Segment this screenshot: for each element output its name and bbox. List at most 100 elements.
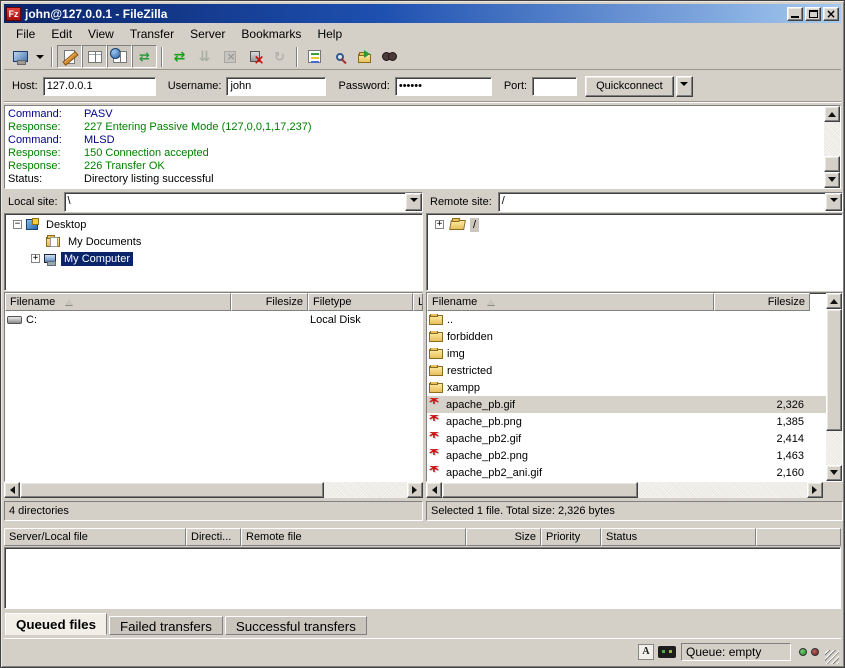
menu-help[interactable]: Help xyxy=(309,25,350,43)
tab-failed-transfers[interactable]: Failed transfers xyxy=(109,616,223,635)
menu-server[interactable]: Server xyxy=(182,25,233,43)
remote-file-row-apache-pb2-png[interactable]: apache_pb2.png1,463 xyxy=(427,447,826,464)
column-header-filetype[interactable]: Filetype xyxy=(308,293,413,311)
remote-file-row-forbidden[interactable]: forbidden xyxy=(427,328,826,345)
sync-browse-button[interactable] xyxy=(352,45,377,68)
scroll-thumb[interactable] xyxy=(20,482,324,498)
compare-button[interactable] xyxy=(377,45,402,68)
scroll-up-icon[interactable] xyxy=(824,106,840,122)
scroll-thumb[interactable] xyxy=(826,309,842,431)
column-header-filename[interactable]: Filename xyxy=(5,293,231,311)
queue-column-directi[interactable]: Directi... xyxy=(186,528,241,546)
port-input[interactable] xyxy=(532,77,577,96)
remote-file-row-apache-pb-png[interactable]: apache_pb.png1,385 xyxy=(427,413,826,430)
filename-cell: .. xyxy=(429,314,716,326)
maximize-icon xyxy=(809,10,818,18)
local-list-header: FilenameFilesizeFiletypeL xyxy=(5,293,422,311)
menu-file[interactable]: File xyxy=(8,25,43,43)
local-tree-item-my-computer[interactable]: +My Computer xyxy=(5,250,422,267)
quickconnect-dropdown-button[interactable] xyxy=(676,76,693,97)
local-tree-item-desktop[interactable]: −Desktop xyxy=(5,216,422,233)
local-site-dropdown-button[interactable] xyxy=(405,193,422,211)
queue-column-server-local-file[interactable]: Server/Local file xyxy=(4,528,186,546)
scroll-down-icon[interactable] xyxy=(824,172,840,188)
remote-tree-icon xyxy=(113,51,127,63)
queue-status-panel: Queue: empty xyxy=(681,643,791,661)
host-input[interactable] xyxy=(43,77,156,96)
resize-grip[interactable] xyxy=(825,650,839,664)
disconnect-icon xyxy=(250,51,260,62)
disconnect-button[interactable] xyxy=(242,45,267,68)
queue-column-size[interactable]: Size xyxy=(466,528,541,546)
remote-hscrollbar[interactable] xyxy=(426,482,823,498)
remote-file-row-[interactable]: .. xyxy=(427,311,826,328)
remote-file-row-apache-pb2-gif[interactable]: apache_pb2.gif2,414 xyxy=(427,430,826,447)
remote-tree-item-[interactable]: +/ xyxy=(427,216,842,233)
filter-button[interactable] xyxy=(302,45,327,68)
collapse-icon[interactable]: − xyxy=(13,220,22,229)
scroll-thumb[interactable] xyxy=(442,482,638,498)
scroll-thumb[interactable] xyxy=(824,156,840,172)
local-tree-item-my-documents[interactable]: My Documents xyxy=(5,233,422,250)
local-hscrollbar[interactable] xyxy=(4,482,423,498)
remote-file-row-restricted[interactable]: restricted xyxy=(427,362,826,379)
local-file-row-c[interactable]: C:Local Disk xyxy=(5,311,422,328)
column-header-filesize[interactable]: Filesize xyxy=(714,293,810,311)
site-manager-icon xyxy=(13,51,28,62)
menu-edit[interactable]: Edit xyxy=(43,25,80,43)
file-search-button[interactable] xyxy=(327,45,352,68)
tab-queued-files[interactable]: Queued files xyxy=(5,613,107,635)
message-log-button[interactable] xyxy=(57,45,82,68)
local-site-combo[interactable]: \ xyxy=(64,192,423,212)
column-header-l[interactable]: L xyxy=(413,293,423,311)
scroll-down-icon[interactable] xyxy=(826,465,842,481)
column-header-filename[interactable]: Filename xyxy=(427,293,714,311)
transfer-queue-button[interactable] xyxy=(132,45,157,68)
close-button[interactable] xyxy=(823,7,839,21)
quickconnect-button[interactable]: Quickconnect xyxy=(585,76,674,97)
remote-file-list: FilenameFilesize .. forbiddenimgrestricte… xyxy=(426,292,843,482)
remote-file-row-apache-pb2-ani-gif[interactable]: apache_pb2_ani.gif2,160 xyxy=(427,464,826,481)
queue-column-remote-file[interactable]: Remote file xyxy=(241,528,466,546)
scroll-right-icon[interactable] xyxy=(807,482,823,498)
log-entry: Command:MLSD xyxy=(8,134,821,147)
local-site-label: Local site: xyxy=(4,196,64,208)
menu-transfer[interactable]: Transfer xyxy=(122,25,182,43)
queue-column-priority[interactable]: Priority xyxy=(541,528,601,546)
remote-list-header: FilenameFilesize xyxy=(427,293,826,311)
titlebar[interactable]: Fz john@127.0.0.1 - FileZilla xyxy=(4,4,841,23)
remote-tree-button[interactable] xyxy=(107,45,132,68)
scroll-left-icon[interactable] xyxy=(4,482,20,498)
username-input[interactable] xyxy=(226,77,326,96)
folder-icon xyxy=(429,349,443,359)
column-header-filesize[interactable]: Filesize xyxy=(231,293,308,311)
site-manager-button[interactable] xyxy=(8,45,33,68)
username-label: Username: xyxy=(168,80,222,92)
port-label: Port: xyxy=(504,80,527,92)
expand-icon[interactable]: + xyxy=(435,220,444,229)
image-file-icon xyxy=(429,432,443,446)
expand-icon[interactable]: + xyxy=(31,254,40,263)
minimize-button[interactable] xyxy=(787,7,803,21)
remote-file-row-apache-pb-gif[interactable]: apache_pb.gif2,326 xyxy=(427,396,826,413)
password-input[interactable] xyxy=(395,77,492,96)
menu-bookmarks[interactable]: Bookmarks xyxy=(233,25,309,43)
remote-site-combo[interactable]: / xyxy=(498,192,843,212)
remote-site-dropdown-button[interactable] xyxy=(825,193,842,211)
local-list-body: C:Local Disk xyxy=(5,311,422,481)
log-scrollbar[interactable] xyxy=(824,106,840,188)
maximize-button[interactable] xyxy=(805,7,821,21)
scroll-left-icon[interactable] xyxy=(426,482,442,498)
site-manager-caret-button[interactable] xyxy=(33,45,47,68)
remote-file-row-xampp[interactable]: xampp xyxy=(427,379,826,396)
scroll-up-icon[interactable] xyxy=(826,293,842,309)
remote-file-row-img[interactable]: img xyxy=(427,345,826,362)
tab-successful-transfers[interactable]: Successful transfers xyxy=(225,616,367,635)
local-tree-button[interactable] xyxy=(82,45,107,68)
refresh-button[interactable] xyxy=(167,45,192,68)
scroll-right-icon[interactable] xyxy=(407,482,423,498)
queue-column-status[interactable]: Status xyxy=(601,528,756,546)
remote-list-scrollbar[interactable] xyxy=(826,293,842,481)
cancel-button xyxy=(217,45,242,68)
menu-view[interactable]: View xyxy=(80,25,122,43)
